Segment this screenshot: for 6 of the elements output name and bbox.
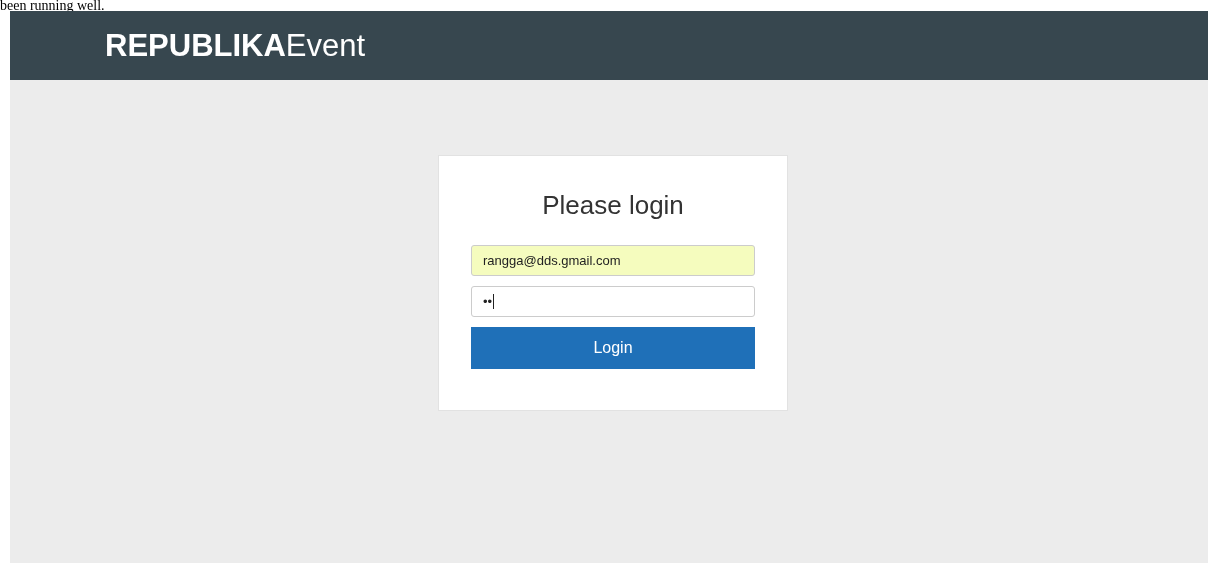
caption-text: been running well. (0, 0, 105, 12)
brand-logo[interactable]: REPUBLIKAEvent (105, 27, 366, 64)
login-button[interactable]: Login (471, 327, 755, 369)
password-field[interactable]: •• (471, 286, 755, 317)
login-title: Please login (541, 190, 685, 221)
email-field[interactable]: rangga@dds.gmail.com (471, 245, 755, 276)
